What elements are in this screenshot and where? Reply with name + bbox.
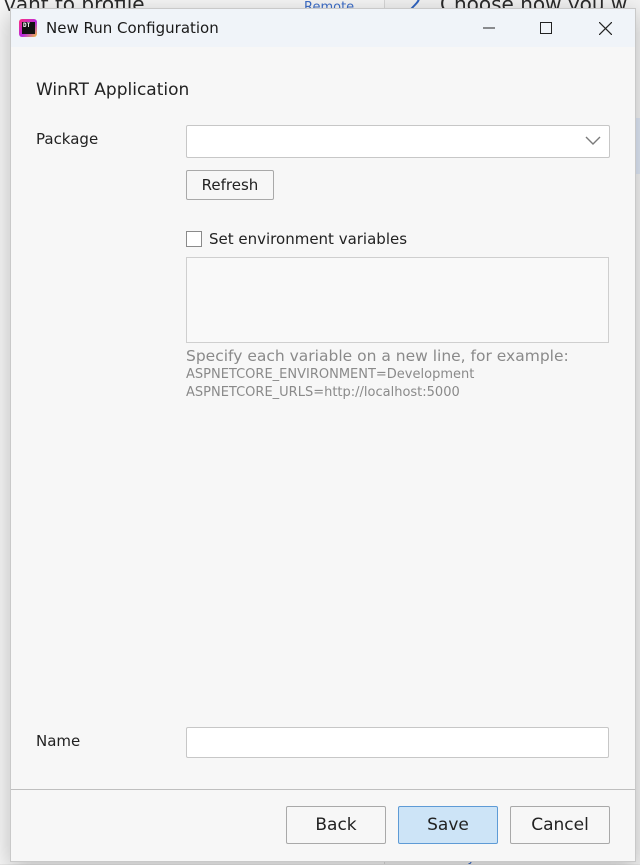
- env-variables-label[interactable]: Set environment variables: [209, 230, 407, 248]
- cancel-button[interactable]: Cancel: [510, 806, 610, 844]
- name-input[interactable]: [186, 727, 609, 758]
- env-example-2: ASPNETCORE_URLS=http://localhost:5000: [186, 385, 460, 400]
- chevron-down-icon: [585, 136, 601, 145]
- section-title: WinRT Application: [36, 80, 190, 100]
- env-hint-text: Specify each variable on a new line, for…: [186, 347, 569, 365]
- save-button[interactable]: Save: [398, 806, 498, 844]
- close-button[interactable]: [577, 9, 633, 47]
- maximize-button[interactable]: [518, 9, 574, 47]
- env-example-1: ASPNETCORE_ENVIRONMENT=Development: [186, 367, 475, 382]
- close-icon: [598, 21, 612, 35]
- title-bar[interactable]: DT New Run Configuration: [11, 9, 635, 47]
- dottrace-app-icon: DT: [19, 19, 37, 37]
- env-variables-textarea[interactable]: [186, 257, 609, 343]
- footer-divider: [11, 789, 635, 790]
- app-icon-text: DT: [22, 22, 35, 34]
- back-button[interactable]: Back: [286, 806, 386, 844]
- minimize-button[interactable]: [461, 9, 517, 47]
- env-variables-checkbox[interactable]: [186, 231, 202, 247]
- name-label: Name: [36, 732, 81, 750]
- maximize-icon: [540, 22, 552, 34]
- package-label: Package: [36, 130, 99, 148]
- dialog-title: New Run Configuration: [46, 19, 219, 37]
- minimize-icon: [483, 27, 495, 29]
- package-combobox[interactable]: [186, 125, 610, 158]
- refresh-button[interactable]: Refresh: [186, 170, 274, 200]
- run-configuration-dialog: DT New Run Configuration WinRT Applicati…: [10, 8, 636, 862]
